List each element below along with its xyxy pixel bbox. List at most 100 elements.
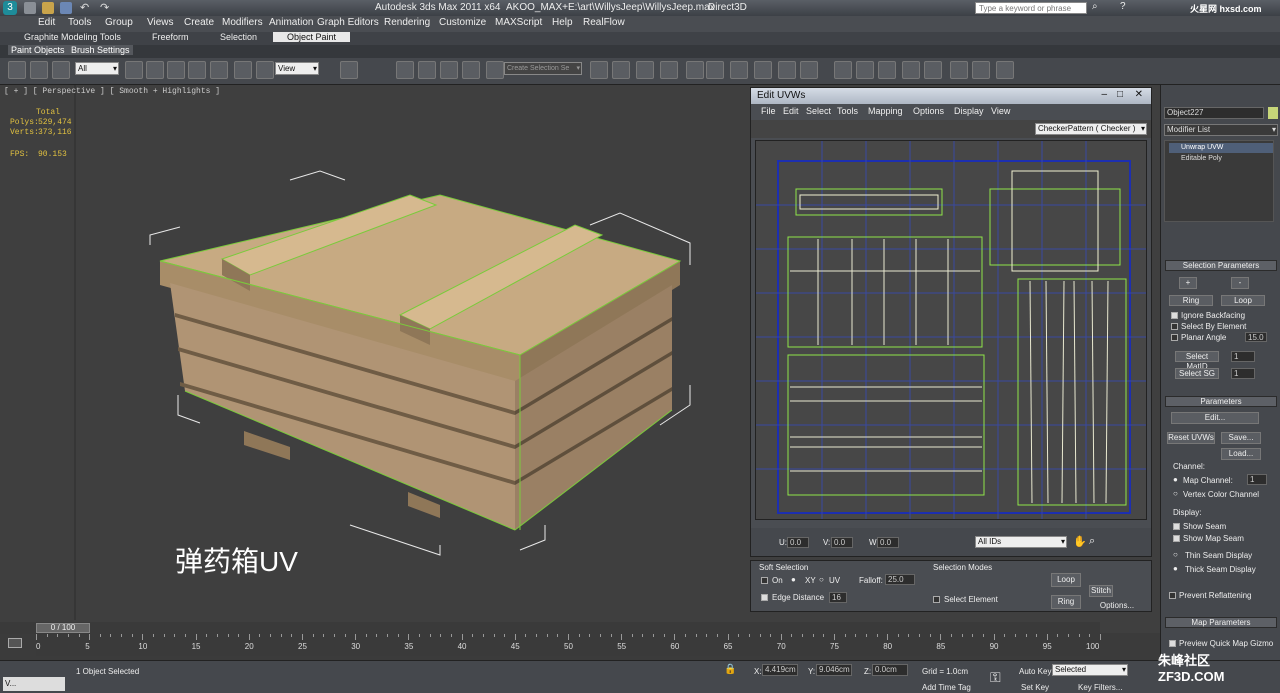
spinner-snap-icon[interactable] [462,61,480,79]
menu-item-tools[interactable]: Tools [68,17,91,28]
uv-radio-icon[interactable]: ○ [819,575,824,584]
uvw-menu-file[interactable]: File [761,106,776,116]
uv-loop-button[interactable]: Loop [1051,573,1081,587]
uvw-menu-view[interactable]: View [991,106,1010,116]
edge-distance-field[interactable]: 16 [829,592,847,603]
layer-manager-icon[interactable] [636,61,654,79]
reference-coordinate-dropdown[interactable]: View ▾ [275,62,319,75]
uvw-menu-display[interactable]: Display [954,106,984,116]
y-coordinate-field[interactable]: 9.046cm [816,664,852,676]
bind-space-warp-icon[interactable] [52,61,70,79]
helper-icon-g[interactable] [972,61,990,79]
menu-item-graph-editors[interactable]: Graph Editors [317,17,379,28]
percent-snap-icon[interactable] [440,61,458,79]
window-crossing-icon[interactable] [188,61,206,79]
uvw-menu-edit[interactable]: Edit [783,106,799,116]
key-filters-button[interactable]: Key Filters... [1078,683,1122,692]
uvw-menu-mapping[interactable]: Mapping [868,106,903,116]
preview-quick-map-checkbox[interactable] [1169,640,1176,647]
auto-key-button[interactable]: Auto Key [1019,667,1051,676]
select-element-checkbox[interactable] [933,596,940,603]
lock-selection-icon[interactable]: 🔒 [724,664,736,675]
pan-hand-icon[interactable]: ✋ [1073,535,1087,548]
menu-item-help[interactable]: Help [552,17,573,28]
shrink-selection-button[interactable]: - [1231,277,1249,289]
rendered-frame-icon[interactable] [778,61,796,79]
key-icon[interactable]: ⚿ [990,669,1001,686]
edit-uvws-titlebar[interactable]: Edit UVWs – □ ✕ [751,88,1151,104]
sg-field[interactable]: 1 [1231,368,1255,379]
menu-item-realflow[interactable]: RealFlow [583,17,625,28]
parameters-rollout[interactable]: Parameters [1165,396,1277,407]
helper-icon-c[interactable] [878,61,896,79]
object-name-field[interactable]: Object227 [1164,107,1264,119]
uv-options-button[interactable]: Options... [1097,601,1137,612]
helper-icon-b[interactable] [856,61,874,79]
move-icon[interactable] [210,61,228,79]
help-icon[interactable]: ? [1120,1,1126,12]
key-mode-dropdown[interactable]: Selected ▾ [1052,664,1128,676]
ribbon-tab-freeform[interactable]: Freeform [152,32,189,42]
time-slider[interactable]: 0 / 100 [0,622,1100,634]
minimize-icon[interactable]: – [1101,89,1107,100]
select-by-element-checkbox[interactable] [1171,323,1178,330]
object-color-swatch[interactable] [1268,107,1278,119]
select-link-icon[interactable] [8,61,26,79]
menu-item-animation[interactable]: Animation [269,17,313,28]
map-channel-field[interactable]: 1 [1247,474,1267,485]
z-coordinate-field[interactable]: 0.0cm [872,664,908,676]
ring-button[interactable]: Ring [1169,295,1213,306]
stack-item-editable-poly[interactable]: Editable Poly [1169,154,1273,164]
soft-selection-on-checkbox[interactable] [761,577,768,584]
uvw-menu-tools[interactable]: Tools [837,106,858,116]
menu-item-customize[interactable]: Customize [439,17,486,28]
render-icon[interactable] [800,61,818,79]
schematic-view-icon[interactable] [706,61,724,79]
new-icon[interactable] [24,2,36,14]
texture-dropdown[interactable]: CheckerPattern ( Checker ) ▾ [1035,123,1147,135]
save-icon[interactable] [60,2,72,14]
mirror-icon[interactable] [590,61,608,79]
prevent-reflattening-checkbox[interactable] [1169,592,1176,599]
set-key-button[interactable]: Set Key [1021,683,1049,692]
edge-distance-checkbox[interactable] [761,594,768,601]
show-seam-checkbox[interactable] [1173,523,1180,530]
thick-seam-radio-icon[interactable]: ● [1173,564,1178,573]
helper-icon-e[interactable] [924,61,942,79]
uv-ring-button[interactable]: Ring [1051,595,1081,609]
redo-icon[interactable]: ↷ [100,2,109,14]
maxscript-listener[interactable]: V... [3,677,65,691]
ribbon-tab-selection[interactable]: Selection [220,32,257,42]
menu-item-group[interactable]: Group [105,17,133,28]
select-by-name-icon[interactable] [146,61,164,79]
scale-icon[interactable] [256,61,274,79]
w-field[interactable]: 0.0 [877,537,899,548]
helper-icon-d[interactable] [902,61,920,79]
select-matid-button[interactable]: Select MatID [1175,351,1219,371]
matid-field[interactable]: 1 [1231,351,1255,362]
rotate-icon[interactable] [234,61,252,79]
pivot-icon[interactable] [340,61,358,79]
graphite-toggle-icon[interactable] [660,61,678,79]
open-icon[interactable] [42,2,54,14]
selection-parameters-rollout[interactable]: Selection Parameters [1165,260,1277,271]
planar-angle-checkbox[interactable] [1171,334,1178,341]
edit-named-sets-icon[interactable] [486,61,504,79]
close-icon[interactable]: ✕ [1135,89,1143,100]
ribbon-tab-object-paint[interactable]: Object Paint [273,32,351,42]
save-uv-button[interactable]: Save... [1221,432,1261,444]
viewport-label[interactable]: [ + ] [ Perspective ] [ Smooth + Highlig… [4,87,220,96]
track-bar[interactable]: 0 5 10 15 20 25 30 35 40 45 50 55 60 65 70 75 80 85 90 95 10… [36,634,1101,656]
stitch-button[interactable]: Stitch [1089,585,1113,597]
modifier-list-dropdown[interactable]: Modifier List ▾ [1164,124,1278,136]
uv-editor-canvas[interactable] [755,140,1147,520]
falloff-field[interactable]: 25.0 [885,574,915,585]
stack-item-unwrap[interactable]: Unwrap UVW [1169,143,1273,153]
select-sg-button[interactable]: Select SG [1175,368,1219,379]
snap-icon[interactable] [396,61,414,79]
maximize-icon[interactable]: □ [1117,89,1123,100]
selection-filter-dropdown[interactable]: All ▾ [75,62,119,75]
helper-icon-h[interactable] [996,61,1014,79]
reset-uvws-button[interactable]: Reset UVWs [1167,432,1215,444]
ids-dropdown[interactable]: All IDs ▾ [975,536,1067,548]
